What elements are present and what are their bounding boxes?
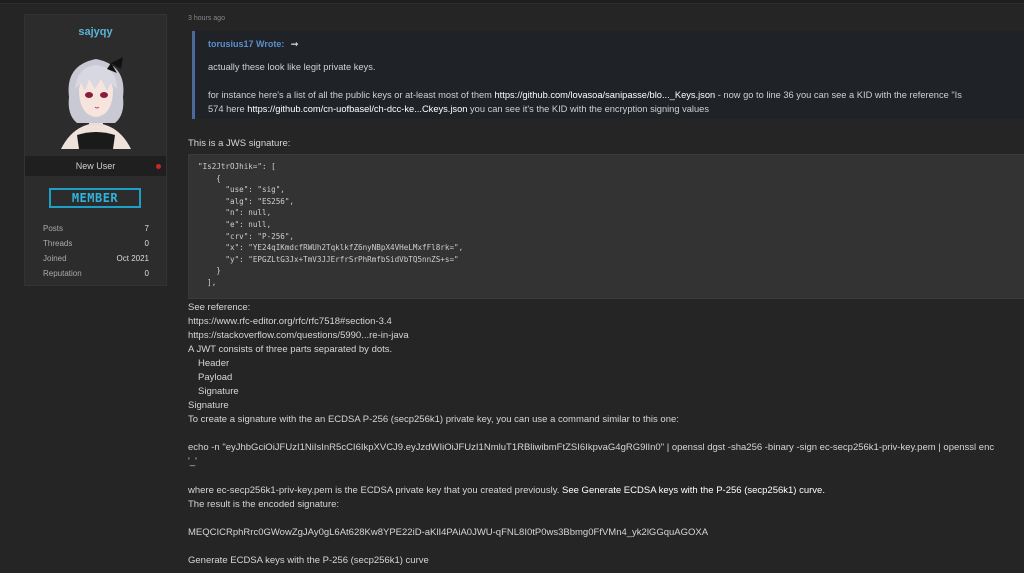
offline-status-icon (156, 164, 161, 169)
echo-command-continued: '_' (188, 456, 197, 467)
jwt-part-header: Header (198, 358, 230, 369)
quote-text-segment: for instance here's a list of all the pu… (208, 90, 495, 100)
quote-text-segment: 574 here (208, 104, 248, 114)
quote-line: for instance here's a list of all the pu… (208, 88, 1023, 102)
where-text-segment: where ec-secp256k1-priv-key.pem is the E… (188, 485, 563, 496)
where-text: where ec-secp256k1-priv-key.pem is the E… (188, 485, 825, 496)
rank-badge: MEMBER (49, 188, 141, 208)
stat-label: Joined (43, 254, 67, 263)
stat-value: 7 (144, 224, 149, 233)
quote-header: torusius17 Wrote: ➞ (208, 39, 298, 50)
user-stats: Posts 7 Threads 0 Joined Oct 2021 Reputatio… (43, 221, 149, 281)
stat-value: 0 (144, 239, 149, 248)
stat-value: Oct 2021 (116, 254, 149, 263)
create-signature-text: To create a signature with the an ECDSA … (188, 414, 679, 425)
post-timestamp: 3 hours ago (188, 15, 225, 22)
see-reference: See reference: (188, 302, 251, 313)
generate-keys-heading: Generate ECDSA keys with the P-256 (secp… (188, 555, 429, 566)
quote-line: 574 here https://github.com/cn-uofbasel/… (208, 102, 1023, 116)
quote-text-segment: - now go to line 36 you can see a KID wi… (715, 90, 962, 100)
quote-line: actually these look like legit private k… (208, 62, 376, 72)
jwt-part-payload: Payload (198, 372, 233, 383)
stat-threads: Threads 0 (43, 236, 149, 251)
result-text: The result is the encoded signature: (188, 499, 340, 510)
encoded-signature: MEQCICRphRrc0GWowZgJAy0gL6At628Kw8YPE22i… (188, 527, 709, 538)
jump-to-post-icon[interactable]: ➞ (291, 39, 299, 49)
avatar[interactable] (53, 49, 139, 149)
quote-link[interactable]: https://github.com/lovasoa/sanipasse/blo… (495, 90, 716, 100)
reference-link-rfc[interactable]: https://www.rfc-editor.org/rfc/rfc7518#s… (188, 316, 392, 327)
quote-author-link[interactable]: torusius17 Wrote: (208, 39, 284, 49)
quote-block: torusius17 Wrote: ➞ actually these look … (192, 31, 1024, 119)
user-title-text: New User (75, 161, 116, 171)
signature-heading: Signature (188, 400, 229, 411)
stat-label: Posts (43, 224, 64, 233)
stat-posts: Posts 7 (43, 221, 149, 236)
user-panel: sajyqy New User MEMBER Posts 7 Threads 0… (24, 14, 167, 286)
stat-reputation: Reputation 0 (43, 266, 149, 281)
generate-keys-link[interactable]: See Generate ECDSA keys with the P-256 (… (562, 485, 825, 496)
stat-label: Threads (43, 239, 73, 248)
echo-command: echo -n "eyJhbGciOiJFUzI1NiIsInR5cCI6Ikp… (188, 442, 995, 453)
jwt-intro: A JWT consists of three parts separated … (188, 344, 393, 355)
user-title: New User (25, 156, 166, 176)
jwt-part-signature: Signature (198, 386, 239, 397)
quote-text-segment: you can see it's the KID with the encryp… (467, 104, 709, 114)
code-content: "Is2JtrOJhik=": [ { "use": "sig", "alg":… (198, 162, 464, 287)
stat-value: 0 (144, 269, 149, 278)
stat-label: Reputation (43, 269, 82, 278)
username-link[interactable]: sajyqy (25, 26, 166, 38)
top-bar (0, 0, 1024, 4)
quote-text: actually these look like legit private k… (208, 60, 1023, 116)
stat-joined: Joined Oct 2021 (43, 251, 149, 266)
jws-intro: This is a JWS signature: (188, 138, 291, 149)
code-block[interactable]: "Is2JtrOJhik=": [ { "use": "sig", "alg":… (188, 154, 1024, 299)
quote-link[interactable]: https://github.com/cn-uofbasel/ch-dcc-ke… (247, 104, 467, 114)
reference-link-stackoverflow[interactable]: https://stackoverflow.com/questions/5990… (188, 330, 409, 341)
